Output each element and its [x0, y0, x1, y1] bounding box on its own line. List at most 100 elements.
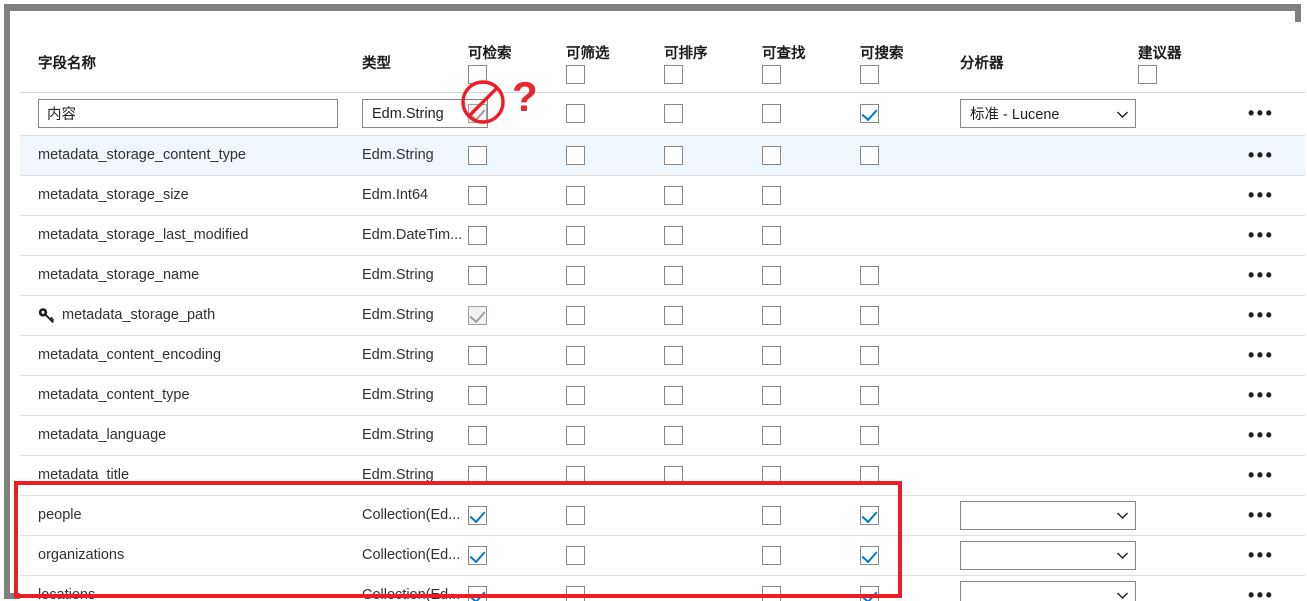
checkbox-filterable[interactable]	[566, 145, 585, 165]
checkbox-searchable[interactable]	[860, 585, 879, 601]
checkbox-searchable[interactable]	[860, 385, 879, 405]
checkbox-retrievable[interactable]	[468, 345, 487, 365]
checkbox-sortable[interactable]	[664, 185, 683, 205]
header-checkbox-suggester[interactable]	[1138, 64, 1157, 84]
more-options-button[interactable]: •••	[1246, 266, 1274, 284]
checkbox-filterable[interactable]	[566, 345, 585, 365]
checkbox-filterable[interactable]	[566, 465, 585, 485]
checkbox-sortable[interactable]	[664, 225, 683, 245]
checkbox-retrievable[interactable]	[468, 385, 487, 405]
analyzer-select[interactable]	[960, 500, 1136, 530]
header-checkbox-searchable[interactable]	[860, 64, 879, 84]
checkbox-sortable[interactable]	[664, 345, 683, 365]
checkbox-facetable[interactable]	[762, 505, 781, 525]
field-name-label: metadata_title	[38, 467, 130, 483]
cell-type: Edm.String	[354, 415, 468, 456]
cell-field-name	[20, 92, 354, 136]
more-options-button[interactable]: •••	[1246, 146, 1274, 164]
more-options-button[interactable]: •••	[1246, 386, 1274, 404]
checkbox-facetable[interactable]	[762, 545, 781, 565]
field-type-text: Collection(Ed...	[362, 587, 461, 601]
header-checkbox-sortable[interactable]	[664, 64, 683, 84]
checkbox-retrievable[interactable]	[468, 265, 487, 285]
checkbox-retrievable[interactable]	[468, 465, 487, 485]
checkbox-facetable[interactable]	[762, 104, 781, 123]
more-options-button[interactable]: •••	[1246, 186, 1274, 204]
checkbox-retrievable[interactable]	[468, 185, 487, 205]
checkbox-filterable[interactable]	[566, 545, 585, 565]
checkbox-facetable[interactable]	[762, 305, 781, 325]
checkbox-filterable[interactable]	[566, 385, 585, 405]
header-checkbox-facetable[interactable]	[762, 64, 781, 84]
checkbox-facetable[interactable]	[762, 385, 781, 405]
checkbox-filterable[interactable]	[566, 305, 585, 325]
field-type-text: Edm.DateTim...	[362, 227, 463, 243]
checkbox-sortable[interactable]	[664, 104, 683, 123]
cell-type: Edm.String	[354, 335, 468, 376]
more-options-button[interactable]: •••	[1246, 346, 1274, 364]
more-options-button[interactable]: •••	[1246, 586, 1274, 601]
header-checkbox-retrievable[interactable]	[468, 64, 487, 84]
checkbox-facetable[interactable]	[762, 185, 781, 205]
checkbox-searchable[interactable]	[860, 545, 879, 565]
cell-type: Edm.String	[354, 255, 468, 296]
checkbox-sortable[interactable]	[664, 385, 683, 405]
checkbox-sortable[interactable]	[664, 265, 683, 285]
analyzer-select[interactable]	[960, 580, 1136, 601]
analyzer-select[interactable]: 标准 - Lucene	[960, 99, 1136, 128]
checkbox-facetable[interactable]	[762, 585, 781, 601]
analyzer-select[interactable]	[960, 540, 1136, 570]
field-name-text: metadata_storage_size	[20, 187, 354, 203]
checkbox-filterable[interactable]	[566, 104, 585, 123]
more-options-button[interactable]: •••	[1246, 506, 1274, 524]
cell-suggester	[1138, 295, 1246, 336]
checkbox-sortable[interactable]	[664, 425, 683, 445]
checkbox-searchable[interactable]	[860, 465, 879, 485]
checkbox-searchable[interactable]	[860, 305, 879, 325]
checkbox-facetable[interactable]	[762, 265, 781, 285]
cell-suggester	[1138, 92, 1246, 136]
checkbox-sortable[interactable]	[664, 465, 683, 485]
checkbox-retrievable[interactable]	[468, 145, 487, 165]
checkbox-filterable[interactable]	[566, 425, 585, 445]
more-options-button[interactable]: •••	[1246, 546, 1274, 564]
cell-facetable	[762, 575, 860, 601]
checkbox-retrievable[interactable]	[468, 545, 487, 565]
cell-type: Edm.String	[354, 375, 468, 416]
checkbox-filterable[interactable]	[566, 585, 585, 601]
checkbox-facetable[interactable]	[762, 145, 781, 165]
more-options-button[interactable]: •••	[1246, 306, 1274, 324]
checkbox-retrievable[interactable]	[468, 225, 487, 245]
header-cell-facetable: 可查找	[762, 22, 860, 93]
column-header-filterable: 可筛选	[566, 45, 610, 62]
checkbox-searchable[interactable]	[860, 425, 879, 445]
more-options-button[interactable]: •••	[1246, 104, 1274, 122]
table-row: metadata_storage_name Edm.String •••	[20, 255, 1305, 296]
more-options-button[interactable]: •••	[1246, 226, 1274, 244]
more-options-button[interactable]: •••	[1246, 466, 1274, 484]
checkbox-filterable[interactable]	[566, 185, 585, 205]
checkbox-facetable[interactable]	[762, 465, 781, 485]
checkbox-sortable[interactable]	[664, 145, 683, 165]
checkbox-filterable[interactable]	[566, 265, 585, 285]
checkbox-sortable[interactable]	[664, 305, 683, 325]
checkbox-searchable[interactable]	[860, 265, 879, 285]
field-name-input[interactable]	[38, 99, 338, 128]
checkbox-retrievable[interactable]	[468, 425, 487, 445]
checkbox-searchable[interactable]	[860, 505, 879, 525]
checkbox-facetable[interactable]	[762, 345, 781, 365]
checkbox-filterable[interactable]	[566, 225, 585, 245]
checkbox-searchable[interactable]	[860, 145, 879, 165]
header-checkbox-filterable[interactable]	[566, 64, 585, 84]
more-options-button[interactable]: •••	[1246, 426, 1274, 444]
checkbox-facetable[interactable]	[762, 225, 781, 245]
cell-field-name: people	[20, 495, 354, 536]
checkbox-searchable[interactable]	[860, 104, 879, 123]
checkbox-retrievable[interactable]	[468, 585, 487, 601]
checkbox-facetable[interactable]	[762, 425, 781, 445]
field-name-label: organizations	[38, 547, 125, 563]
cell-more: •••	[1246, 415, 1305, 456]
checkbox-retrievable[interactable]	[468, 505, 487, 525]
checkbox-filterable[interactable]	[566, 505, 585, 525]
checkbox-searchable[interactable]	[860, 345, 879, 365]
